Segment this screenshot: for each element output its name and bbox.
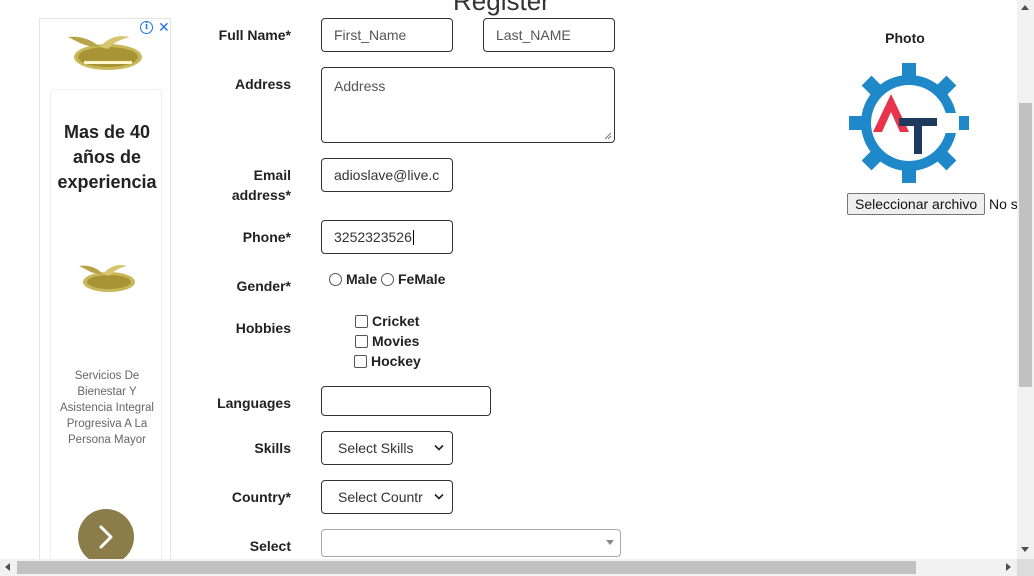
- resize-handle-icon[interactable]: [604, 132, 612, 140]
- scroll-left-arrow-icon[interactable]: [5, 563, 10, 571]
- gender-radio-female[interactable]: [381, 273, 394, 286]
- caret-down-icon: [606, 540, 614, 545]
- text-caret: [412, 229, 414, 245]
- vertical-scroll-thumb[interactable]: [1019, 103, 1032, 387]
- phone-label: Phone*: [242, 229, 291, 245]
- last-name-input[interactable]: Last_NAME: [483, 18, 615, 52]
- hobby-option-hockey: Hockey: [371, 353, 421, 369]
- skills-selected: Select Skills: [338, 440, 414, 456]
- hobby-checkbox-cricket[interactable]: [355, 315, 368, 328]
- choose-file-button[interactable]: Seleccionar archivo: [847, 193, 986, 215]
- chevron-down-icon: [434, 493, 444, 500]
- ad-brand-logo: [68, 36, 142, 70]
- hobby-option-movies: Movies: [372, 333, 420, 349]
- address-textarea[interactable]: Address: [321, 67, 615, 143]
- first-name-input[interactable]: First_Name: [321, 18, 453, 52]
- country-label: Country*: [231, 489, 291, 505]
- horizontal-scroll-thumb[interactable]: [17, 561, 916, 574]
- gender-option-female: FeMale: [398, 271, 446, 287]
- gender-label: Gender*: [236, 278, 291, 294]
- horizontal-scrollbar[interactable]: [0, 559, 1017, 576]
- hobby-checkbox-hockey[interactable]: [354, 355, 367, 368]
- email-label-line1: Email: [253, 167, 291, 183]
- scroll-right-arrow-icon[interactable]: [1006, 563, 1011, 571]
- address-placeholder: Address: [334, 78, 386, 94]
- photo-label: Photo: [885, 30, 925, 46]
- email-input[interactable]: adioslave@live.c: [321, 158, 453, 192]
- ad-headline: Mas de 40 años de experiencia: [57, 122, 157, 192]
- gender-radio-male[interactable]: [329, 273, 342, 286]
- hobbies-label: Hobbies: [235, 320, 291, 336]
- country-select[interactable]: Select Countr: [321, 480, 453, 514]
- scroll-down-arrow-icon[interactable]: [1021, 547, 1029, 552]
- gender-option-male: Male: [346, 271, 378, 287]
- select-label: Select: [249, 538, 291, 554]
- vertical-scrollbar[interactable]: [1017, 0, 1034, 559]
- phone-input[interactable]: 3252323526: [321, 220, 453, 254]
- ad-next-button[interactable]: [78, 509, 134, 562]
- file-status-text: No s: [989, 196, 1018, 212]
- hobby-option-cricket: Cricket: [372, 313, 420, 329]
- languages-label: Languages: [217, 395, 291, 411]
- company-logo: [849, 63, 969, 183]
- full-name-label: Full Name*: [218, 27, 291, 43]
- page-title: Register: [453, 0, 550, 16]
- country-selected: Select Countr: [338, 489, 423, 505]
- scrollbar-corner: [1017, 559, 1034, 576]
- ad-body-text: Servicios De Bienestar Y Asistencia Inte…: [60, 370, 154, 446]
- chevron-right-icon: [99, 525, 113, 549]
- hobby-checkbox-movies[interactable]: [355, 335, 368, 348]
- address-label: Address: [234, 76, 291, 92]
- chevron-down-icon: [434, 444, 444, 451]
- scroll-up-arrow-icon[interactable]: [1021, 5, 1029, 10]
- email-label-line2: address*: [231, 187, 291, 203]
- phone-value: 3252323526: [334, 229, 412, 245]
- ad-brand-logo: [79, 265, 135, 292]
- ad-card[interactable]: Mas de 40 años de experiencia Servicios …: [50, 89, 162, 562]
- generic-select[interactable]: [321, 529, 621, 557]
- skills-select[interactable]: Select Skills: [321, 431, 453, 465]
- skills-label: Skills: [254, 440, 291, 456]
- languages-input[interactable]: [321, 386, 491, 416]
